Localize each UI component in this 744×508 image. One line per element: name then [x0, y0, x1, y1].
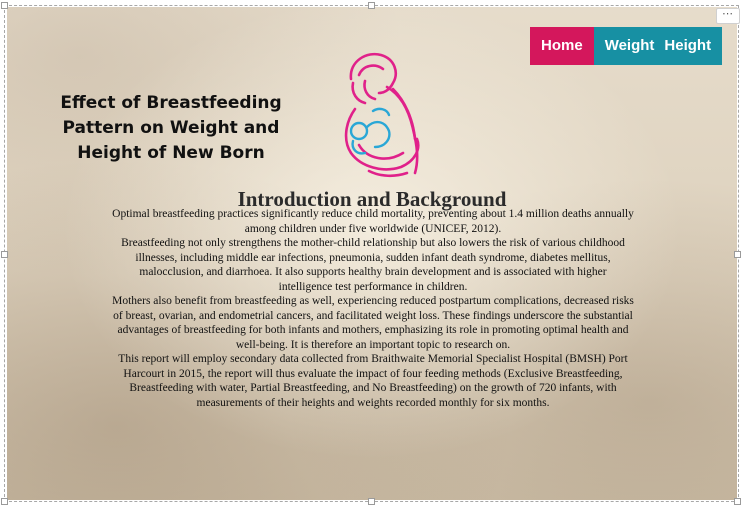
- title-line-2: Pattern on Weight and: [62, 118, 280, 138]
- intro-text: Optimal breastfeeding practices signific…: [112, 207, 634, 410]
- dashboard-canvas: Home Weight Height Effect of Breastfeedi…: [7, 7, 737, 500]
- resize-handle-bottom-left[interactable]: [1, 498, 8, 505]
- resize-handle-top-left[interactable]: [1, 2, 8, 9]
- resize-handle-top[interactable]: [368, 2, 375, 9]
- nav-bar: Home Weight Height: [530, 27, 723, 65]
- more-options-button[interactable]: ⋯: [716, 8, 740, 24]
- intro-paragraph-4: This report will employ secondary data c…: [118, 353, 628, 409]
- nav-home-button[interactable]: Home: [530, 27, 594, 65]
- breastfeeding-mother-icon: [344, 52, 420, 178]
- nav-height-button[interactable]: Height: [659, 27, 723, 65]
- intro-paragraph-1: Optimal breastfeeding practices signific…: [112, 208, 634, 235]
- title-line-1: Effect of Breastfeeding: [60, 93, 282, 113]
- resize-handle-right[interactable]: [734, 251, 741, 258]
- page-title: Effect of Breastfeeding Pattern on Weigh…: [45, 91, 297, 166]
- intro-paragraph-2: Breastfeeding not only strengthens the m…: [121, 237, 625, 293]
- intro-paragraph-3: Mothers also benefit from breastfeeding …: [112, 295, 634, 351]
- title-line-3: Height of New Born: [77, 143, 265, 163]
- resize-handle-bottom[interactable]: [368, 498, 375, 505]
- nav-weight-button[interactable]: Weight: [593, 27, 660, 65]
- resize-handle-bottom-right[interactable]: [734, 498, 741, 505]
- resize-handle-left[interactable]: [1, 251, 8, 258]
